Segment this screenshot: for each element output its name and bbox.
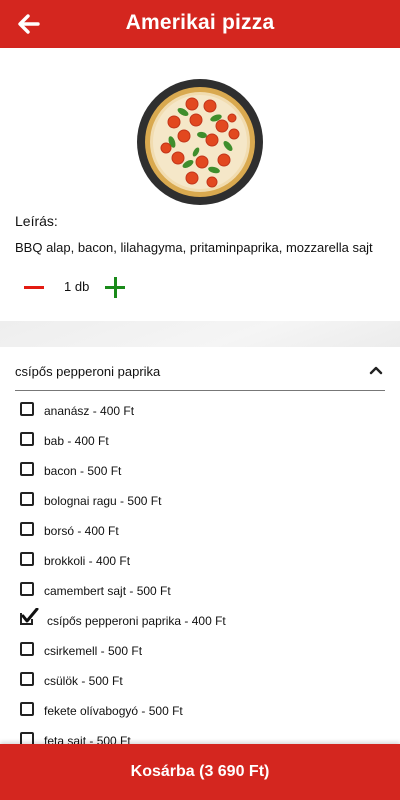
extra-option[interactable]: csülök - 500 Ft [0,666,400,696]
checkbox[interactable] [20,462,34,476]
extra-option-label: bacon - 500 Ft [44,464,122,478]
checkbox[interactable] [20,702,34,716]
checkbox[interactable] [20,432,34,446]
extra-option-label: brokkoli - 400 Ft [44,554,131,568]
extras-list: ananász - 400 Ft bab - 400 Ft bacon - 500 … [0,396,400,747]
extra-option[interactable]: bacon - 500 Ft [0,456,400,486]
extra-option[interactable]: bab - 400 Ft [0,426,400,456]
extra-option[interactable]: ananász - 400 Ft [0,396,400,426]
app-header: Amerikai pizza [0,0,400,48]
decrease-quantity-button[interactable] [24,275,46,299]
extra-option[interactable]: fekete olívabogyó - 500 Ft [0,696,400,726]
pizza-image [137,79,263,205]
product-card: Leírás: BBQ alap, bacon, lilahagyma, pri… [0,48,400,321]
quantity-stepper: 1 db [0,272,400,302]
extra-option-label: camembert sajt - 500 Ft [44,584,171,598]
background-divider [0,321,400,347]
accordion-title: csípős pepperoni paprika [15,364,161,379]
extra-option-label: csirkemell - 500 Ft [44,644,143,658]
extra-option[interactable]: brokkoli - 400 Ft [0,546,400,576]
extra-option[interactable]: csirkemell - 500 Ft [0,636,400,666]
quantity-value: 1 db [64,279,90,294]
extra-option-label: borsó - 400 Ft [44,524,119,538]
checkbox[interactable] [20,522,34,536]
chevron-up-icon [369,366,383,375]
checkbox-checked-icon[interactable] [19,608,39,626]
checkbox[interactable] [20,642,34,656]
extra-option[interactable]: borsó - 400 Ft [0,516,400,546]
extra-option[interactable]: bolognai ragu - 500 Ft [0,486,400,516]
increase-quantity-button[interactable] [104,275,126,299]
description-label: Leírás: [15,213,58,229]
extras-accordion-header[interactable]: csípős pepperoni paprika [15,357,385,391]
extras-panel: csípős pepperoni paprika ananász - 400 F… [0,347,400,747]
checkbox[interactable] [20,672,34,686]
extra-option-label: bolognai ragu - 500 Ft [44,494,162,508]
extra-option[interactable]: csípős pepperoni paprika - 400 Ft [0,606,400,636]
checkbox[interactable] [20,402,34,416]
extra-option-label: csülök - 500 Ft [44,674,123,688]
add-to-cart-button[interactable]: Kosárba (3 690 Ft) [0,744,400,800]
extra-option-label: ananász - 400 Ft [44,404,135,418]
page-title: Amerikai pizza [125,11,275,34]
description-text: BBQ alap, bacon, lilahagyma, pritaminpap… [15,240,373,255]
checkbox[interactable] [20,492,34,506]
checkbox[interactable] [20,552,34,566]
checkbox[interactable] [20,582,34,596]
extra-option-label: fekete olívabogyó - 500 Ft [44,704,183,718]
extra-option-label: bab - 400 Ft [44,434,109,448]
extra-option[interactable]: camembert sajt - 500 Ft [0,576,400,606]
extra-option-label: csípős pepperoni paprika - 400 Ft [47,614,226,628]
